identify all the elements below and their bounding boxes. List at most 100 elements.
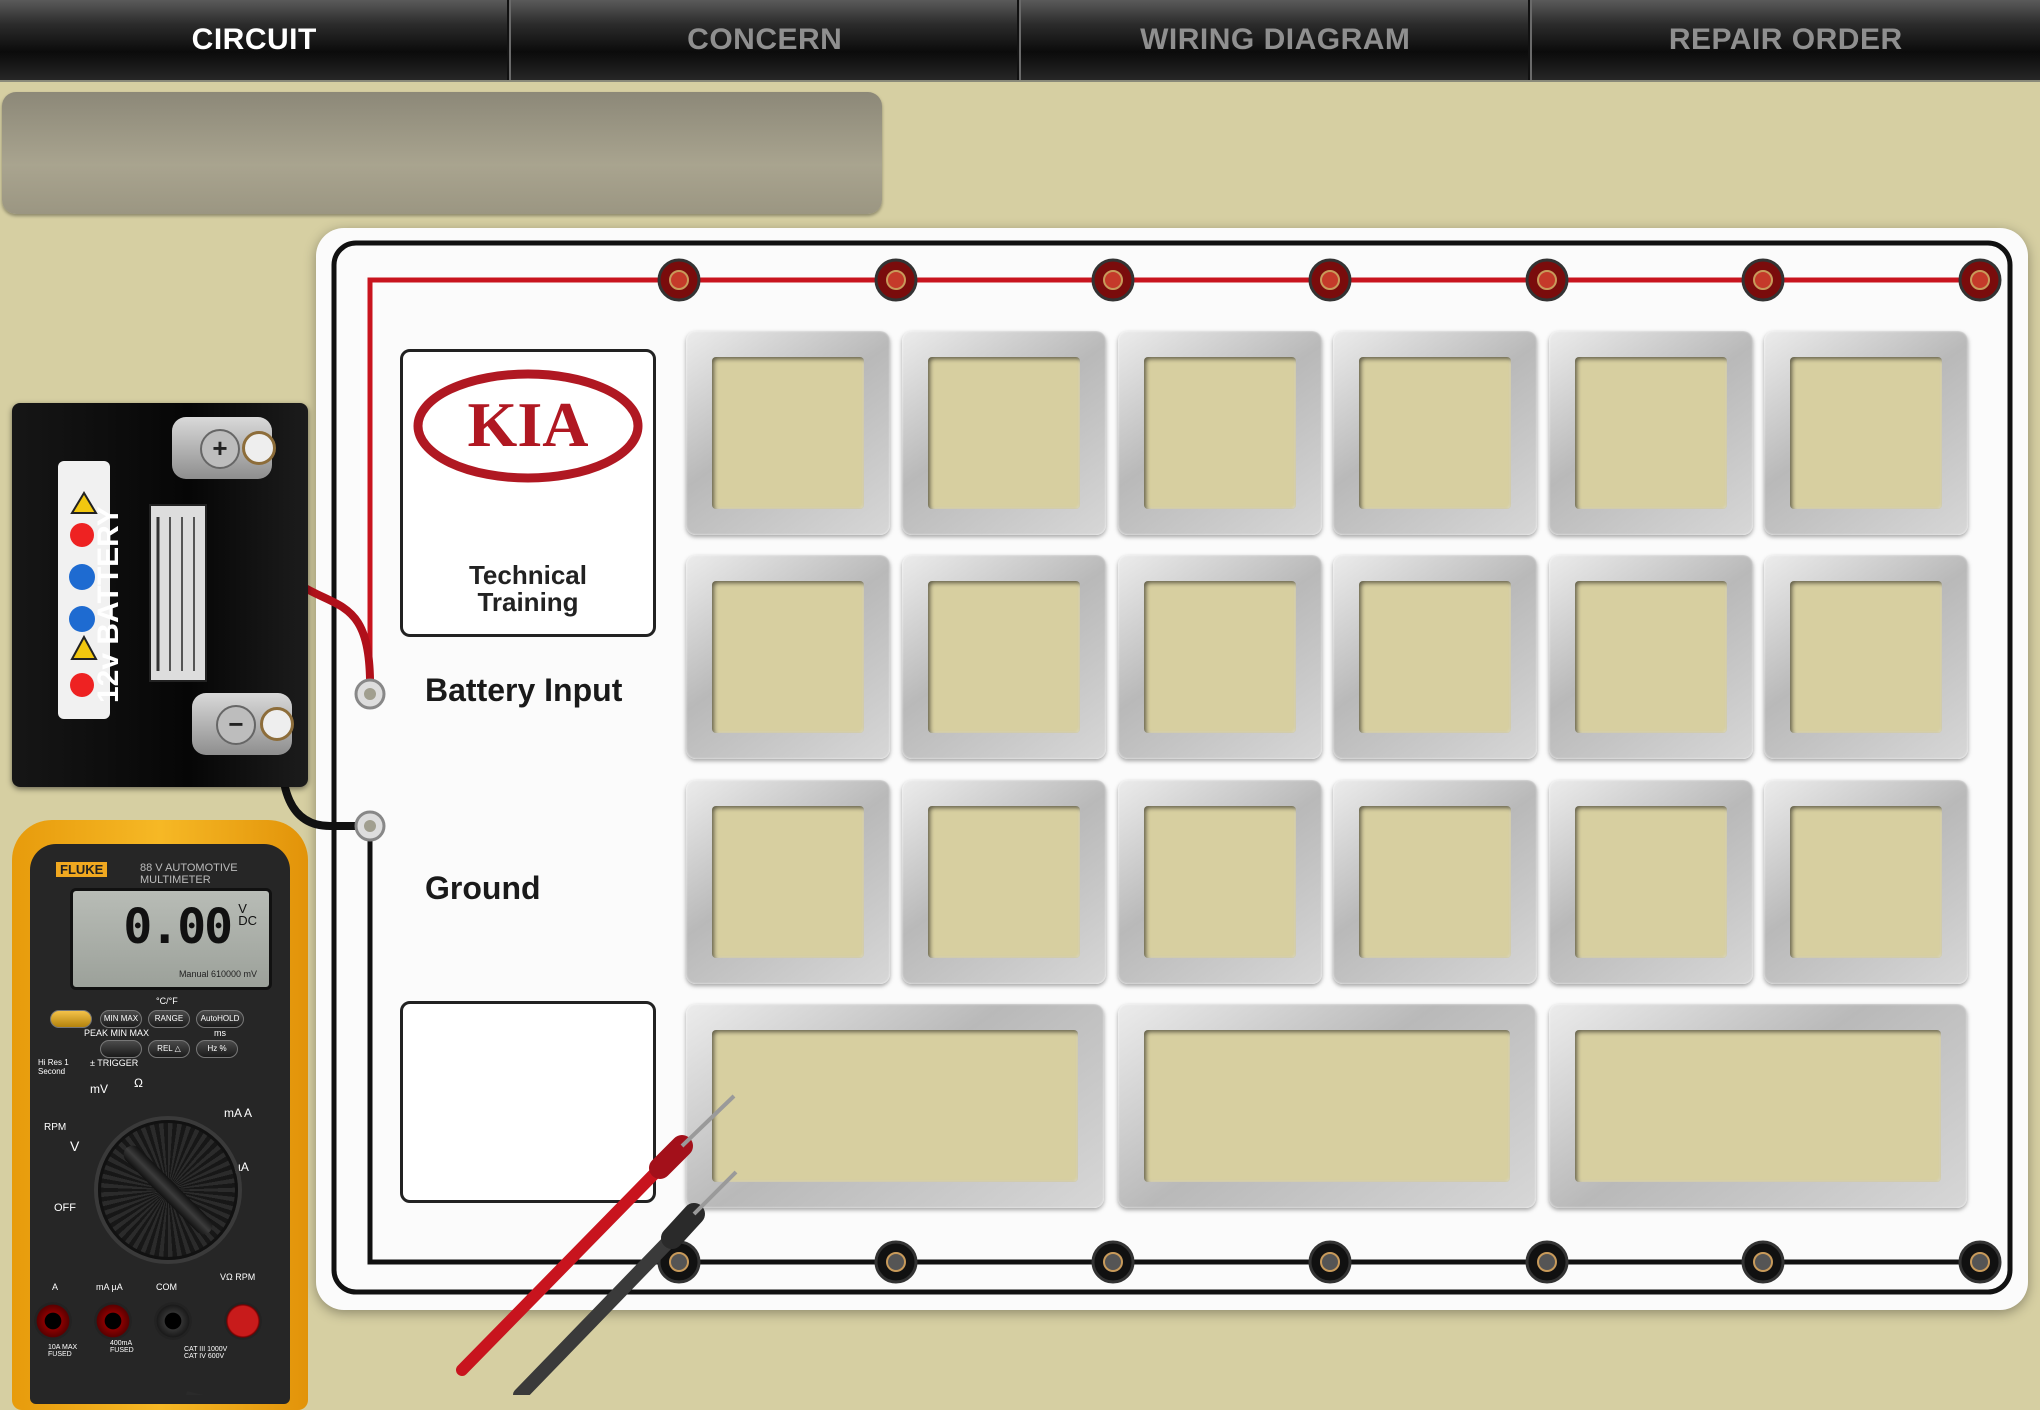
- dial-rpm-label: RPM: [44, 1122, 66, 1133]
- dial-pointer: [120, 1142, 216, 1238]
- wide-component-slot[interactable]: [1118, 1004, 1536, 1208]
- binding-post-center: [1971, 271, 1989, 289]
- component-slot[interactable]: [1333, 780, 1537, 984]
- ground-label: Ground: [425, 870, 541, 907]
- slot-opening: [1790, 806, 1942, 958]
- jack-v[interactable]: [224, 1302, 262, 1340]
- binding-post-center: [1321, 1253, 1339, 1271]
- multimeter-display: 0.00 V DC Manual 610000 mV: [70, 888, 272, 990]
- multimeter-unit: V DC: [238, 903, 257, 927]
- battery: 12v BATTERY + −: [12, 403, 308, 787]
- no-children-icon: [70, 673, 94, 697]
- slot-opening: [1144, 1030, 1510, 1182]
- dial-ohm-label: Ω: [134, 1076, 143, 1090]
- jack-a-label: A: [52, 1282, 58, 1292]
- backlight-button[interactable]: [50, 1010, 92, 1028]
- slot-opening: [1575, 806, 1727, 958]
- slot-opening: [928, 581, 1080, 733]
- range-button[interactable]: RANGE: [148, 1010, 190, 1028]
- positive-post: [242, 431, 276, 465]
- multimeter-range-text: Manual 610000 mV: [179, 969, 257, 979]
- component-slot[interactable]: [686, 555, 890, 759]
- multimeter-brand: FLUKE: [56, 862, 107, 877]
- minmax-button[interactable]: MIN MAX: [100, 1010, 142, 1028]
- negative-symbol: −: [216, 705, 256, 745]
- slot-opening: [1575, 1030, 1941, 1182]
- component-slot[interactable]: [1118, 780, 1322, 984]
- slot-opening: [712, 806, 864, 958]
- autohold-button[interactable]: AutoHOLD: [196, 1010, 244, 1028]
- slot-opening: [1144, 806, 1296, 958]
- battery-label: 12v BATTERY: [92, 506, 126, 703]
- dial-off-label: OFF: [54, 1202, 76, 1214]
- slot-opening: [712, 581, 864, 733]
- slot-opening: [1575, 581, 1727, 733]
- binding-post-center: [670, 1253, 688, 1271]
- slot-opening: [1144, 581, 1296, 733]
- cat-rating-note: CAT III 1000V CAT IV 600V: [184, 1346, 234, 1360]
- slot-opening: [712, 357, 864, 509]
- battery-positive-terminal[interactable]: +: [172, 417, 272, 479]
- binding-post-center: [1754, 271, 1772, 289]
- temp-label: °C/°F: [156, 996, 178, 1006]
- dial-ma-label: mA A: [224, 1106, 252, 1120]
- binding-post-center: [887, 1253, 905, 1271]
- jack-a[interactable]: [34, 1302, 72, 1340]
- multimeter-body: FLUKE 88 V AUTOMOTIVE MULTIMETER 0.00 V …: [30, 844, 290, 1404]
- component-slot[interactable]: [1764, 331, 1968, 535]
- binding-post-center: [1971, 1253, 1989, 1271]
- slot-opening: [1144, 357, 1296, 509]
- binding-post-center: [1104, 271, 1122, 289]
- jack-ma[interactable]: [94, 1302, 132, 1340]
- blank-panel: [400, 1001, 656, 1203]
- slot-opening: [1359, 357, 1511, 509]
- battery-input-terminal-center: [364, 688, 376, 700]
- rel-button[interactable]: REL △: [148, 1040, 190, 1058]
- binding-post-center: [887, 271, 905, 289]
- slot-opening: [1790, 357, 1942, 509]
- trigger-label: ± TRIGGER: [90, 1058, 138, 1068]
- multimeter: FLUKE 88 V AUTOMOTIVE MULTIMETER 0.00 V …: [12, 820, 308, 1410]
- component-slot[interactable]: [1764, 780, 1968, 984]
- binding-post-center: [1754, 1253, 1772, 1271]
- ground-terminal-center: [364, 820, 376, 832]
- component-slot[interactable]: [686, 780, 890, 984]
- wide-component-slot[interactable]: [1549, 1004, 1967, 1208]
- component-slot[interactable]: [1549, 780, 1753, 984]
- component-slot[interactable]: [1118, 555, 1322, 759]
- multimeter-reading: 0.00: [123, 899, 231, 955]
- component-slot[interactable]: [1549, 555, 1753, 759]
- hz-button[interactable]: Hz %: [196, 1040, 238, 1058]
- kia-logo-panel: KIA Technical Training: [400, 349, 656, 637]
- function-dial[interactable]: [98, 1120, 238, 1260]
- component-slot[interactable]: [1549, 331, 1753, 535]
- component-slot[interactable]: [902, 555, 1106, 759]
- slot-opening: [1359, 581, 1511, 733]
- slot-opening: [1575, 357, 1727, 509]
- jack-ma-label: mA µA: [96, 1282, 123, 1292]
- dial-ua-label: µA: [234, 1160, 249, 1174]
- wide-component-slot[interactable]: [686, 1004, 1104, 1208]
- peak-label: PEAK MIN MAX: [84, 1028, 149, 1038]
- jack-com-label: COM: [156, 1282, 177, 1292]
- subtitle-line-1: Technical: [403, 562, 653, 589]
- component-slot[interactable]: [902, 780, 1106, 984]
- component-slot[interactable]: [1333, 331, 1537, 535]
- component-slot[interactable]: [686, 331, 890, 535]
- battery-negative-terminal[interactable]: −: [192, 693, 292, 755]
- negative-post: [260, 707, 294, 741]
- no-flame-icon: [70, 523, 94, 547]
- multimeter-model: 88 V AUTOMOTIVE MULTIMETER: [140, 862, 290, 886]
- jack-com[interactable]: [154, 1302, 192, 1340]
- continuity-button[interactable]: [100, 1040, 142, 1058]
- component-slot[interactable]: [902, 331, 1106, 535]
- component-slot[interactable]: [1118, 331, 1322, 535]
- positive-symbol: +: [200, 429, 240, 469]
- kia-logo: KIA: [413, 366, 643, 486]
- component-slot[interactable]: [1764, 555, 1968, 759]
- dial-mv-label: mV: [90, 1082, 108, 1096]
- component-slot[interactable]: [1333, 555, 1537, 759]
- technical-training-label: Technical Training: [403, 562, 653, 616]
- jack-ma-note: 400mA FUSED: [110, 1340, 150, 1354]
- slot-opening: [712, 1030, 1078, 1182]
